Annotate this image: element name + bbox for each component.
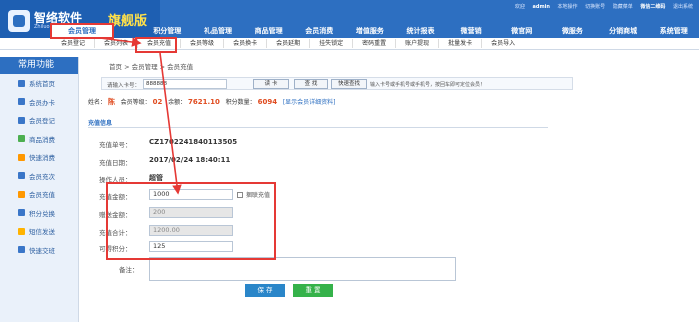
main-nav: 积分管理 礼品管理 商品管理 会员消费 增值服务 统计报表 微营销 微官网 微服… — [142, 24, 699, 38]
panel-title: 充值信息 — [88, 120, 113, 127]
highlight-recharge-form — [106, 182, 276, 260]
subnav-level[interactable]: 会员等级 — [181, 39, 225, 48]
subnav-batch-card[interactable]: 批量发卡 — [439, 39, 483, 48]
sidebar-item-label: 会员充值 — [29, 191, 55, 200]
sidebar-item-shift[interactable]: 快速交班 — [0, 241, 78, 260]
card-number-input[interactable]: 888888 — [143, 79, 227, 89]
sidebar-item-recharge-times[interactable]: 会员充次 — [0, 167, 78, 186]
sidebar-item-quick-consume[interactable]: 快速消费 — [0, 148, 78, 167]
save-button[interactable]: 保 存 — [245, 284, 285, 297]
nav-reports[interactable]: 统计报表 — [395, 24, 446, 38]
nav-wechat-marketing[interactable]: 微营销 — [446, 24, 497, 38]
member-info-line: 姓名： 陈 会员等级： 02 余额： 7621.10 积分数量： 6094 [显… — [88, 97, 336, 107]
welcome-text: 欢迎 — [514, 4, 525, 10]
subnav-extend[interactable]: 会员延期 — [267, 39, 311, 48]
highlight-nav-member — [50, 23, 114, 39]
points-icon — [18, 209, 25, 217]
sidebar-item-goods-consume[interactable]: 商品消费 — [0, 130, 78, 149]
highlight-subnav-recharge — [135, 37, 177, 53]
subnav-withdraw[interactable]: 账户提现 — [396, 39, 440, 48]
link-hide-menu[interactable]: 隐藏菜单 — [613, 4, 633, 10]
sidebar-item-home[interactable]: 系统首页 — [0, 74, 78, 93]
order-no-value: CZ1702241840113505 — [149, 138, 238, 146]
remark-textarea[interactable] — [149, 257, 456, 281]
goods-icon — [18, 135, 25, 143]
sidebar-item-label: 系统首页 — [29, 80, 55, 89]
subnav-change-card[interactable]: 会员换卡 — [224, 39, 268, 48]
nav-points[interactable]: 积分管理 — [142, 24, 193, 38]
subnav-reset-password[interactable]: 密码重置 — [353, 39, 397, 48]
breadcrumb: 首页 > 会员管理 > 会员充值 — [109, 63, 194, 71]
nav-micro-site[interactable]: 微官网 — [496, 24, 547, 38]
subnav-lock[interactable]: 挂失锁定 — [310, 39, 354, 48]
top-links: 欢迎 admin 本地操作 切换账号 隐藏菜单 微信二维码 退出系统 — [509, 3, 693, 10]
shift-icon — [18, 246, 25, 254]
nav-micro-service[interactable]: 微服务 — [547, 24, 598, 38]
link-switch-account[interactable]: 切换账号 — [585, 4, 605, 10]
member-detail-link[interactable]: [显示会员详细资料] — [283, 99, 336, 106]
sidebar-item-issue-card[interactable]: 会员办卡 — [0, 93, 78, 112]
balance-label: 余额： — [168, 99, 187, 106]
sms-icon — [18, 227, 25, 235]
sidebar-item-points-exchange[interactable]: 积分兑换 — [0, 204, 78, 223]
order-no-label: 充值单号： — [99, 141, 132, 149]
find-button[interactable]: 查 找 — [294, 79, 328, 89]
member-points: 6094 — [257, 98, 278, 106]
subnav-register[interactable]: 会员登记 — [52, 39, 96, 48]
nav-gifts[interactable]: 礼品管理 — [193, 24, 244, 38]
member-level: 02 — [152, 98, 163, 106]
nav-goods[interactable]: 商品管理 — [243, 24, 294, 38]
sidebar-item-label: 商品消费 — [29, 135, 55, 144]
home-icon — [18, 79, 25, 87]
link-local-op[interactable]: 本地操作 — [558, 4, 578, 10]
times-icon — [18, 172, 25, 180]
sidebar: 常用功能 系统首页 会员办卡 会员登记 商品消费 快速消费 会员充次 会员充值 … — [0, 57, 79, 322]
recharge-icon — [18, 190, 25, 198]
search-bar: 请输入卡号： 888888 读 卡 查 找 快速查找 输入卡号或手机号或手机号，… — [101, 77, 573, 90]
date-value: 2017/02/24 18:40:11 — [149, 156, 231, 164]
link-wechat-qr[interactable]: 微信二维码 — [640, 4, 665, 10]
nav-distribution-mall[interactable]: 分销商城 — [598, 24, 649, 38]
card-icon — [18, 98, 25, 106]
nav-consumption[interactable]: 会员消费 — [294, 24, 345, 38]
search-label: 请输入卡号： — [107, 83, 141, 89]
user-icon — [18, 116, 25, 124]
quick-icon — [18, 153, 25, 161]
date-label: 充值日期： — [99, 159, 132, 167]
subnav-import[interactable]: 会员导入 — [482, 39, 524, 48]
sidebar-item-label: 会员办卡 — [29, 98, 55, 107]
sidebar-item-label: 会员充次 — [29, 172, 55, 181]
sidebar-item-sms[interactable]: 短信发送 — [0, 222, 78, 241]
sidebar-item-label: 积分兑换 — [29, 209, 55, 218]
quick-find-button[interactable]: 快速查找 — [331, 79, 367, 89]
sidebar-item-label: 快速交班 — [29, 246, 55, 255]
nav-system[interactable]: 系统管理 — [648, 24, 699, 38]
member-balance: 7621.10 — [188, 98, 220, 106]
sidebar-item-recharge[interactable]: 会员充值 — [0, 185, 78, 204]
sidebar-item-register[interactable]: 会员登记 — [0, 111, 78, 130]
name-label: 姓名： — [88, 99, 107, 106]
sidebar-item-label: 快速消费 — [29, 154, 55, 163]
reset-button[interactable]: 重 置 — [293, 284, 333, 297]
subnav-member-list[interactable]: 会员列表 — [95, 39, 139, 48]
sidebar-title: 常用功能 — [0, 57, 78, 74]
search-hint: 输入卡号或手机号或手机号，按回车即可定位会员！ — [370, 82, 486, 88]
nav-value-added[interactable]: 增值服务 — [345, 24, 396, 38]
link-logout[interactable]: 退出系统 — [673, 4, 693, 10]
sidebar-item-label: 会员登记 — [29, 117, 55, 126]
user-name[interactable]: admin — [533, 4, 550, 10]
remark-label: 备注： — [119, 266, 139, 274]
sidebar-item-label: 短信发送 — [29, 228, 55, 237]
divider — [88, 127, 548, 128]
logo-icon — [8, 10, 30, 32]
member-name: 陈 — [107, 98, 115, 106]
sub-nav: 会员登记 会员列表 会员充值 会员等级 会员换卡 会员延期 挂失锁定 密码重置 … — [0, 38, 699, 50]
points-label: 积分数量： — [225, 99, 256, 106]
read-card-button[interactable]: 读 卡 — [253, 79, 289, 89]
level-label: 会员等级： — [120, 99, 151, 106]
